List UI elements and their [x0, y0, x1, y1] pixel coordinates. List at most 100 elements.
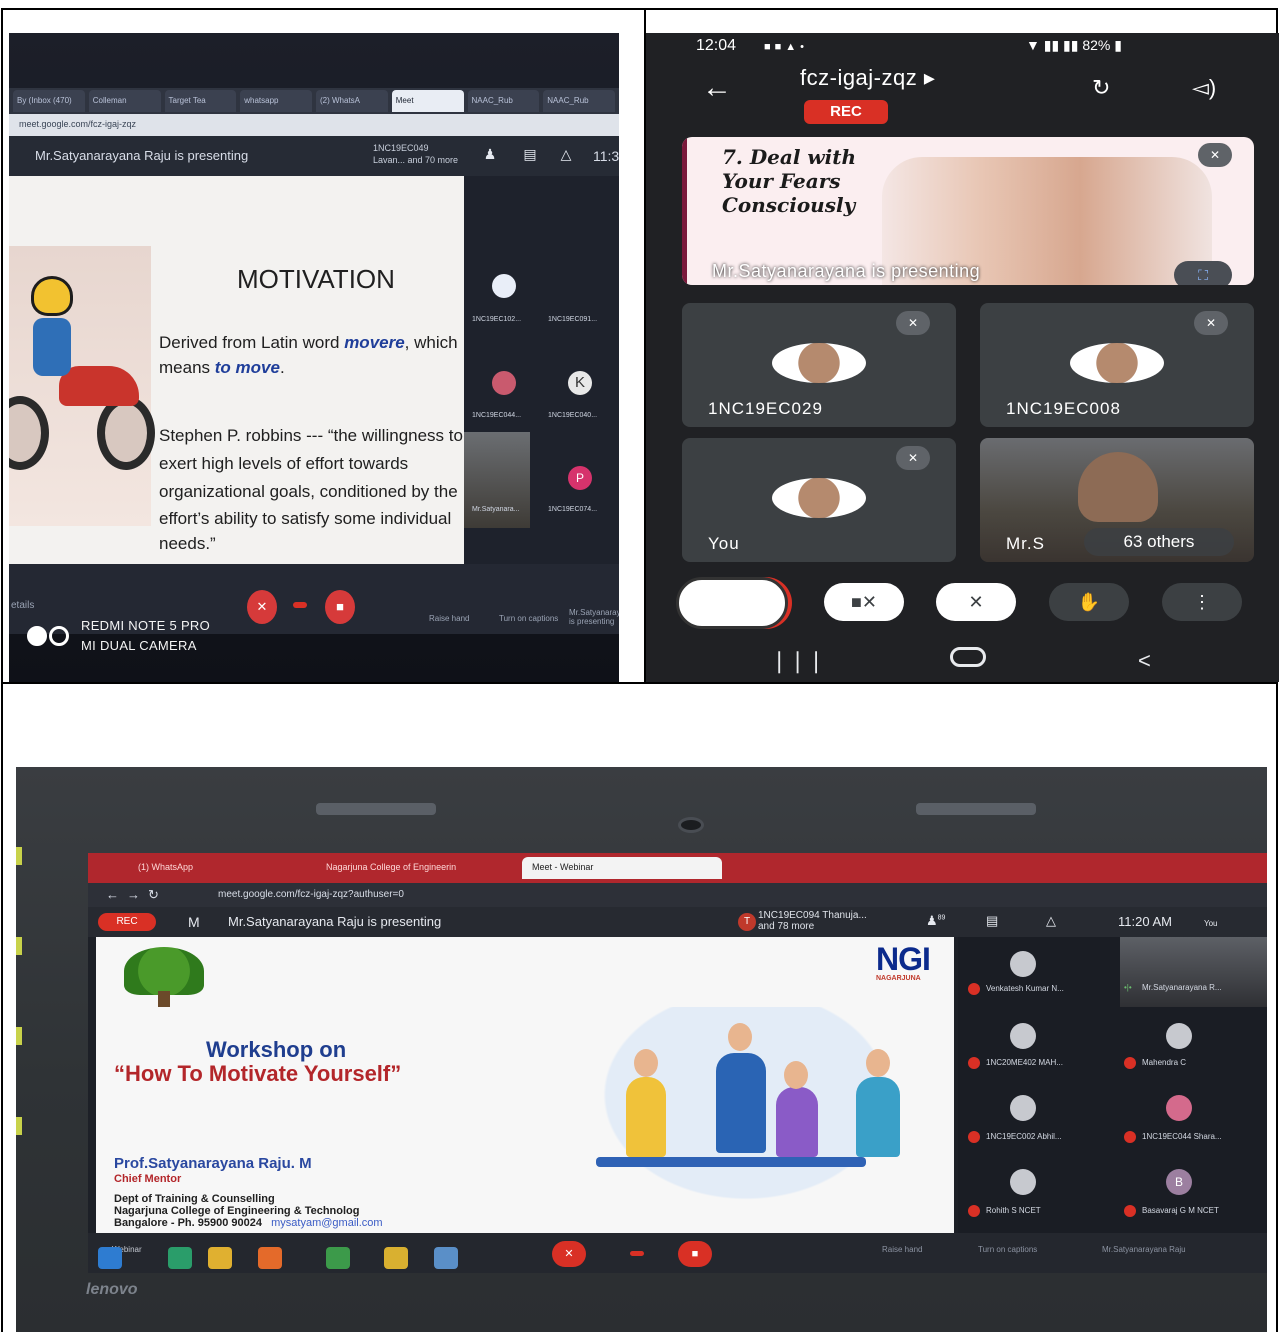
participant-avatar	[492, 371, 516, 395]
browser-tab-strip: By (Inbox (470) Colleman Target Tea what…	[9, 88, 619, 114]
back-arrow-icon[interactable]: ←	[702, 71, 732, 105]
browser-tab-active[interactable]: Meet	[391, 90, 464, 112]
signal-icon: ▼ ▮▮ ▮▮	[1026, 37, 1083, 53]
participant-avatar	[492, 274, 516, 298]
start-icon[interactable]	[98, 1247, 122, 1269]
leave-call-button[interactable]	[630, 1251, 644, 1256]
participant-avatar	[772, 343, 866, 383]
speaker-contact: Bangalore - Ph. 95900 90024 mysatyam@gma…	[114, 1217, 383, 1229]
participant-name: •|• Mr.Satyanarayana R...	[1124, 983, 1222, 992]
slide-quote-line: needs.”	[159, 534, 216, 553]
self-tile[interactable]: ✕ You	[682, 438, 956, 562]
mic-off-button[interactable]: ✕	[936, 583, 1016, 621]
table-divider-horizontal	[1, 682, 1278, 684]
presentation-tile[interactable]: 7. Deal with Your Fears Consciously Mr.S…	[682, 137, 1254, 285]
captions-label[interactable]: Turn on captions	[499, 614, 558, 623]
taskbar-app-icon[interactable]	[168, 1247, 192, 1269]
presenter-video-tile[interactable]: Mr.S 63 others	[980, 438, 1254, 562]
logo-tree	[124, 947, 204, 995]
taskbar-app-icon[interactable]	[208, 1247, 232, 1269]
raise-hand-label[interactable]: Raise hand	[429, 614, 469, 623]
taskbar-app-icon[interactable]	[384, 1247, 408, 1269]
participants-summary[interactable]: 1NC19EC049 Lavan... and 70 more	[373, 142, 463, 166]
slide-text-line: Consciously	[722, 193, 856, 217]
browser-tab[interactable]: Colleman	[88, 90, 161, 112]
camera-off-button[interactable]: ■✕	[824, 583, 904, 621]
self-avatar	[772, 478, 866, 518]
raise-hand-button[interactable]: ✋	[1049, 583, 1129, 621]
self-name: You	[708, 534, 740, 553]
participant-avatar-letter: P	[568, 466, 592, 490]
person-head	[866, 1049, 890, 1077]
address-bar[interactable]: meet.google.com/fcz-igaj-zqz?authuser=0	[218, 889, 404, 900]
meeting-details-link[interactable]: etails	[11, 600, 34, 611]
laptop-screen: (1) WhatsApp Nagarjuna College of Engine…	[88, 853, 1267, 1273]
browser-tab[interactable]: NAAC_Rub	[467, 90, 540, 112]
participant-avatar	[1010, 951, 1036, 977]
taskbar-app-icon[interactable]	[258, 1247, 282, 1269]
people-icon[interactable]: ♟89	[926, 913, 945, 929]
notification-icons: ■■▲•	[764, 41, 809, 53]
camera-off-button[interactable]: ■	[678, 1241, 712, 1267]
self-preview-bubble[interactable]	[676, 577, 788, 629]
presenting-label: Mr.Satyanarayana Raju is presenting	[35, 148, 249, 163]
bezel-notch	[916, 803, 1036, 815]
rider-helmet	[31, 276, 73, 316]
slide-quote-line: effort’s ability to satisfy some individ…	[159, 509, 452, 528]
mic-muted-icon: ✕	[1198, 143, 1232, 167]
browser-tab[interactable]: Nagarjuna College of Engineerin	[316, 857, 516, 879]
page-edge-mark	[16, 1027, 22, 1045]
presenter-status-label[interactable]: Mr.Satyanarayana Raju	[1102, 1245, 1186, 1254]
battery-percent: 82%	[1082, 37, 1111, 53]
captions-label[interactable]: Turn on captions	[978, 1245, 1037, 1254]
person-head	[634, 1049, 658, 1077]
phone-meet-screenshot: 12:04 ■■▲• ▼ ▮▮ ▮▮ 82% ▮ ← fcz-igaj-zqz …	[646, 33, 1279, 682]
chat-icon[interactable]: ▤	[521, 146, 539, 164]
browser-tab[interactable]: NAAC_Rub	[543, 90, 615, 112]
speaker-name: Prof.Satyanarayana Raju. M	[114, 1155, 312, 1172]
browser-tab[interactable]: (2) WhatsA	[316, 90, 388, 112]
browser-tab[interactable]: whatsapp	[240, 90, 312, 112]
participant-name: 1NC19EC044...	[472, 412, 522, 419]
more-options-button[interactable]: ⋮	[1162, 583, 1242, 621]
participant-tile[interactable]: ✕ 1NC19EC008	[980, 303, 1254, 427]
people-icon[interactable]: ♟	[481, 146, 499, 164]
page-edge-mark	[16, 847, 22, 865]
browser-tab[interactable]: (1) WhatsApp	[128, 857, 308, 879]
status-bar-right: ▼ ▮▮ ▮▮ 82% ▮	[1026, 37, 1122, 53]
participants-summary[interactable]: 1NC19EC094 Thanuja... and 78 more	[758, 910, 867, 932]
presenter-status-label[interactable]: Mr.Satyanarayana is presenting	[569, 608, 619, 626]
mic-off-button[interactable]: ✕	[552, 1241, 586, 1267]
ngi-logo-sub: NAGARJUNA	[876, 975, 921, 982]
camera-off-button[interactable]: ■	[325, 590, 355, 624]
browser-tab[interactable]: By (Inbox (470)	[13, 90, 85, 112]
participant-tile[interactable]: ✕ 1NC19EC029	[682, 303, 956, 427]
participant-avatar-letter: K	[568, 371, 592, 395]
participant-name: 1NC20ME402 MAH...	[968, 1057, 1118, 1071]
meeting-code[interactable]: fcz-igaj-zqz ▸	[800, 65, 935, 91]
taskbar-app-icon[interactable]	[326, 1247, 350, 1269]
motorbike	[59, 366, 139, 406]
address-bar[interactable]: meet.google.com/fcz-igaj-zqz	[9, 114, 619, 136]
recent-apps-icon[interactable]: ❘❘❘	[770, 648, 825, 674]
fullscreen-icon[interactable]: ⛶	[1174, 261, 1232, 285]
person-figure	[716, 1053, 766, 1153]
participant-name: Mr.Satyanara...	[472, 506, 520, 513]
switch-camera-icon[interactable]: ↻	[1092, 75, 1110, 101]
speaker-icon[interactable]: ◅)	[1192, 75, 1216, 101]
raise-hand-label[interactable]: Raise hand	[882, 1245, 922, 1254]
browser-tab-active[interactable]: Meet - Webinar	[522, 857, 722, 879]
chat-icon[interactable]: ▤	[986, 913, 998, 929]
navigation-icons[interactable]: ←→↻	[106, 887, 167, 903]
slide-quote-line: Stephen P. robbins --- “the willingness …	[159, 426, 463, 445]
activities-icon[interactable]: △	[1046, 913, 1056, 929]
leave-call-button[interactable]	[293, 602, 307, 608]
home-icon[interactable]	[950, 647, 986, 667]
taskbar-app-icon[interactable]	[434, 1247, 458, 1269]
browser-tab[interactable]: Target Tea	[164, 90, 237, 112]
participant-avatar	[1166, 1023, 1192, 1049]
mic-off-button[interactable]: ✕	[247, 590, 277, 624]
others-count[interactable]: 63 others	[1084, 528, 1234, 556]
activities-icon[interactable]: △	[557, 146, 575, 164]
back-icon[interactable]: <	[1138, 648, 1151, 674]
